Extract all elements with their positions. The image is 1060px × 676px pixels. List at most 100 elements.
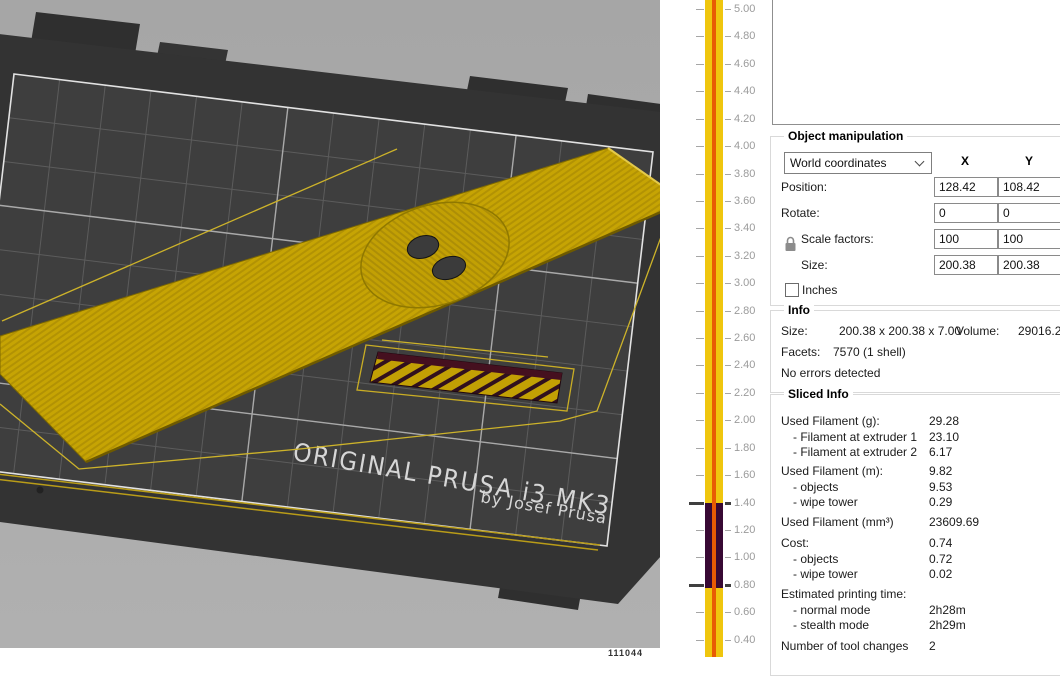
object-list[interactable] bbox=[772, 0, 1060, 125]
sliced-row-value: 9.53 bbox=[929, 480, 952, 494]
sliced-info-group: Sliced Info Used Filament (g): 29.28 - F… bbox=[770, 394, 1060, 676]
layer-slider-tick[interactable]: 0.80 bbox=[660, 579, 772, 593]
sliced-row-value: 0.02 bbox=[929, 567, 952, 581]
tick-dash-right bbox=[725, 420, 731, 421]
layer-slider-tick[interactable]: 1.00 bbox=[660, 551, 772, 565]
layer-slider[interactable]: 5.00 4.80 4.60 4.40 4.20 4.00 bbox=[660, 0, 772, 657]
layer-slider-tick[interactable]: 2.60 bbox=[660, 332, 772, 346]
coordinates-dropdown[interactable]: World coordinates bbox=[784, 152, 932, 174]
tick-label: 1.00 bbox=[734, 551, 755, 563]
sliced-row-value: 2 bbox=[929, 639, 936, 653]
tick-dash-right bbox=[725, 36, 731, 37]
tick-dash-right bbox=[725, 393, 731, 394]
position-y-field[interactable] bbox=[998, 177, 1060, 197]
layer-slider-tick[interactable]: 1.40 bbox=[660, 497, 772, 511]
tick-dash-right bbox=[725, 530, 731, 531]
bed-preview-canvas: ORIGINAL PRUSA i3 MK3 by Josef Prusa bbox=[0, 0, 661, 648]
tick-dash-left bbox=[696, 640, 704, 641]
tick-label: 2.20 bbox=[734, 387, 755, 399]
tick-dash-right bbox=[725, 228, 731, 229]
tick-dash-left bbox=[696, 448, 704, 449]
tick-label: 3.00 bbox=[734, 277, 755, 289]
layer-slider-ticks: 5.00 4.80 4.60 4.40 4.20 4.00 bbox=[660, 0, 772, 657]
tick-dash-left bbox=[689, 502, 704, 505]
layer-slider-tick[interactable]: 4.00 bbox=[660, 140, 772, 154]
tick-dash-left bbox=[696, 393, 704, 394]
tick-dash-right bbox=[725, 365, 731, 366]
layer-slider-tick[interactable]: 3.80 bbox=[660, 168, 772, 182]
scale-label: Scale factors: bbox=[801, 232, 874, 246]
rotate-x-field[interactable] bbox=[934, 203, 998, 223]
tick-dash-left bbox=[696, 612, 704, 613]
sliced-row-value: 23609.69 bbox=[929, 515, 979, 529]
sliced-row-label: - wipe tower bbox=[793, 567, 858, 581]
tick-dash-left bbox=[696, 9, 704, 10]
tick-dash-left bbox=[696, 201, 704, 202]
layer-slider-tick[interactable]: 2.80 bbox=[660, 305, 772, 319]
object-manipulation-group: Object manipulation World coordinates X … bbox=[770, 136, 1060, 306]
sliced-row-value: 2h29m bbox=[929, 618, 966, 632]
tick-dash-left bbox=[696, 36, 704, 37]
info-volume-label: Volume: bbox=[956, 324, 999, 338]
tick-dash-left bbox=[696, 311, 704, 312]
tick-label: 3.60 bbox=[734, 195, 755, 207]
layer-slider-tick[interactable]: 3.20 bbox=[660, 250, 772, 264]
layer-slider-tick[interactable]: 4.20 bbox=[660, 113, 772, 127]
sliced-row-value: 0.29 bbox=[929, 495, 952, 509]
layer-slider-tick[interactable]: 5.00 bbox=[660, 3, 772, 17]
rotate-y-field[interactable] bbox=[998, 203, 1060, 223]
tick-dash-left bbox=[696, 475, 704, 476]
layer-slider-tick[interactable]: 4.80 bbox=[660, 30, 772, 44]
info-facets-value: 7570 (1 shell) bbox=[833, 345, 906, 359]
sliced-row-label: Used Filament (m): bbox=[781, 464, 883, 478]
scale-x-field[interactable] bbox=[934, 229, 998, 249]
tick-label: 4.40 bbox=[734, 85, 755, 97]
layer-slider-tick[interactable]: 4.60 bbox=[660, 58, 772, 72]
layer-slider-tick[interactable]: 2.20 bbox=[660, 387, 772, 401]
lock-icon[interactable] bbox=[784, 236, 797, 252]
tick-label: 3.20 bbox=[734, 250, 755, 262]
tick-dash-right bbox=[725, 612, 731, 613]
info-size-value: 200.38 x 200.38 x 7.00 bbox=[839, 324, 961, 338]
tick-dash-left bbox=[696, 146, 704, 147]
layer-slider-tick[interactable]: 1.80 bbox=[660, 442, 772, 456]
inches-checkbox[interactable] bbox=[785, 283, 799, 297]
sliced-row-label: - objects bbox=[793, 552, 838, 566]
tick-dash-left bbox=[696, 420, 704, 421]
tick-label: 4.80 bbox=[734, 30, 755, 42]
tick-label: 2.00 bbox=[734, 414, 755, 426]
tick-dash-right bbox=[725, 557, 731, 558]
size-y-field[interactable] bbox=[998, 255, 1060, 275]
position-x-field[interactable] bbox=[934, 177, 998, 197]
tick-dash-right bbox=[725, 448, 731, 449]
layer-slider-tick[interactable]: 3.40 bbox=[660, 222, 772, 236]
layer-slider-tick[interactable]: 1.60 bbox=[660, 469, 772, 483]
tick-dash-left bbox=[689, 584, 704, 587]
tick-label: 1.60 bbox=[734, 469, 755, 481]
layer-slider-tick[interactable]: 0.40 bbox=[660, 634, 772, 648]
sliced-row-label: Estimated printing time: bbox=[781, 587, 906, 601]
layer-slider-tick[interactable]: 2.40 bbox=[660, 359, 772, 373]
tick-label: 2.80 bbox=[734, 305, 755, 317]
tick-dash-left bbox=[696, 228, 704, 229]
layer-slider-tick[interactable]: 2.00 bbox=[660, 414, 772, 428]
sliced-row-label: - objects bbox=[793, 480, 838, 494]
tick-dash-left bbox=[696, 557, 704, 558]
tick-label: 3.40 bbox=[734, 222, 755, 234]
scale-y-field[interactable] bbox=[998, 229, 1060, 249]
tick-label: 4.60 bbox=[734, 58, 755, 70]
tick-dash-left bbox=[696, 338, 704, 339]
tick-dash-left bbox=[696, 174, 704, 175]
sliced-row-value: 23.10 bbox=[929, 430, 959, 444]
sliced-row-value: 29.28 bbox=[929, 414, 959, 428]
tick-dash-right bbox=[725, 283, 731, 284]
layer-slider-tick[interactable]: 4.40 bbox=[660, 85, 772, 99]
sliced-row-label: Used Filament (mm³) bbox=[781, 515, 894, 529]
size-x-field[interactable] bbox=[934, 255, 998, 275]
layer-slider-tick[interactable]: 3.00 bbox=[660, 277, 772, 291]
layer-slider-tick[interactable]: 1.20 bbox=[660, 524, 772, 538]
sliced-row-label: Used Filament (g): bbox=[781, 414, 880, 428]
3d-viewport[interactable]: ORIGINAL PRUSA i3 MK3 by Josef Prusa bbox=[0, 0, 661, 648]
layer-slider-tick[interactable]: 0.60 bbox=[660, 606, 772, 620]
layer-slider-tick[interactable]: 3.60 bbox=[660, 195, 772, 209]
